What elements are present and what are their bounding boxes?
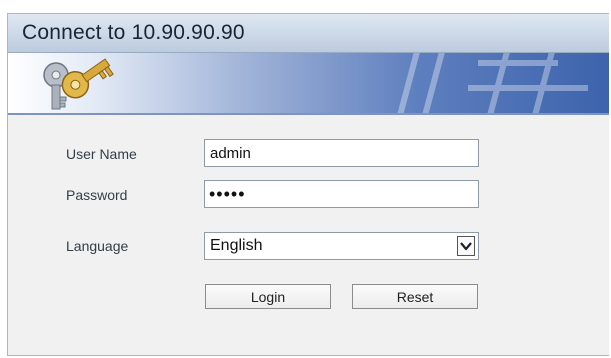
chevron-down-icon[interactable]	[457, 236, 475, 256]
username-label: User Name	[66, 146, 137, 162]
password-masked-value: •••••	[209, 184, 246, 204]
language-select[interactable]: English	[204, 232, 479, 260]
reset-button[interactable]: Reset	[352, 284, 478, 309]
keys-icon	[43, 58, 114, 110]
login-banner	[8, 53, 609, 115]
language-label: Language	[66, 238, 129, 254]
language-selected-value: English	[210, 237, 263, 254]
password-label: Password	[66, 187, 128, 203]
login-dialog: Connect to 10.90.90.90 User Name admin P…	[7, 13, 609, 356]
login-form: User Name Password ••••• Language Englis…	[8, 115, 609, 355]
password-input[interactable]: •••••	[204, 180, 479, 208]
dialog-title: Connect to 10.90.90.90	[22, 21, 245, 44]
banner-watermark	[397, 53, 588, 113]
login-button[interactable]: Login	[205, 284, 331, 309]
username-input[interactable]	[204, 139, 479, 167]
title-bar: Connect to 10.90.90.90	[8, 14, 609, 53]
